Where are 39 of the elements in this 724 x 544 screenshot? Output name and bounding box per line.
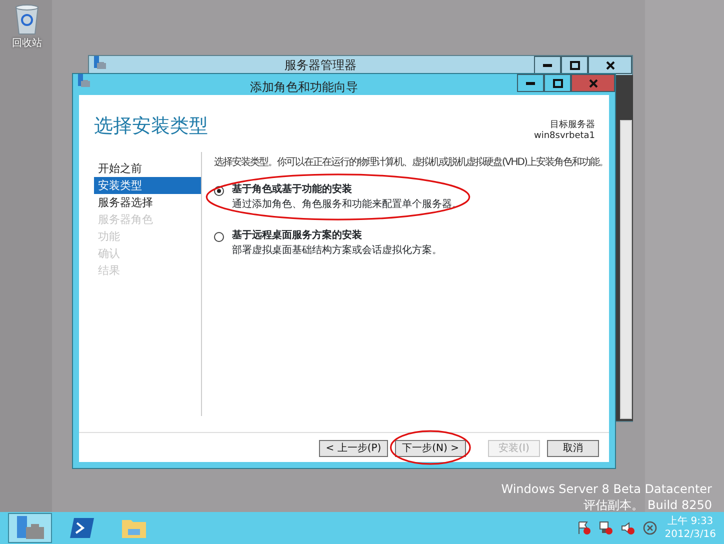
wizard-step: 服务器角色 — [94, 210, 201, 228]
clock-time: 上午 9:33 — [666, 515, 714, 528]
wizard-step[interactable]: 开始之前 — [94, 160, 201, 177]
wizard-button[interactable]: 下一步(N) > — [395, 440, 466, 457]
window-title: 添加角色和功能向导 — [250, 80, 358, 94]
radio-button[interactable] — [214, 232, 224, 242]
wizard-button[interactable]: 取消 — [547, 440, 599, 457]
wizard-step: 功能 — [94, 228, 201, 245]
intro-text: 选择安装类型。你可以在正在运行的物理计算机、虚拟机或脱机虚拟硬盘(VHD)上安装角色和功能。 — [214, 156, 608, 170]
target-server-name: win8svrbeta1 — [534, 130, 595, 142]
server-icon — [77, 74, 91, 88]
clock-date: 2012/3/16 — [664, 528, 716, 541]
minimize-icon — [543, 64, 552, 66]
recycle-bin-icon[interactable] — [14, 4, 40, 36]
option-title[interactable]: 基于角色或基于功能的安装 — [232, 182, 462, 197]
wizard-button[interactable]: < 上一步(P) — [318, 440, 388, 457]
flag-icon[interactable] — [576, 521, 591, 535]
edition-notice: 评估副本。 Build 8250 — [582, 497, 712, 513]
server-icon — [93, 56, 107, 70]
maximize-button[interactable] — [544, 74, 571, 92]
speaker-icon[interactable] — [620, 521, 635, 535]
option-title[interactable]: 基于远程桌面服务方案的安装 — [232, 228, 442, 243]
wizard-step[interactable]: 服务器选择 — [94, 194, 201, 211]
close-icon — [588, 78, 598, 88]
network-icon[interactable] — [598, 521, 613, 535]
page-heading: 选择安装类型 — [94, 114, 208, 139]
minimize-button[interactable] — [517, 74, 544, 92]
powershell-icon[interactable] — [69, 517, 95, 539]
option-description: 部署虚拟桌面基础结构方案或会话虚拟化方案。 — [232, 244, 442, 258]
minimize-icon — [526, 82, 535, 84]
wizard-step: 结果 — [94, 262, 201, 279]
close-icon — [606, 60, 614, 70]
scrollbar[interactable] — [620, 120, 632, 419]
edition-notice: Windows Server 8 Beta Datacenter — [501, 481, 712, 497]
wizard-step[interactable]: 安装类型 — [94, 176, 201, 194]
target-server-label: 目标服务器 — [549, 120, 595, 131]
close-circle-icon[interactable] — [642, 521, 657, 535]
window-title: 服务器管理器 — [284, 58, 356, 72]
wizard-step: 确认 — [94, 244, 201, 262]
